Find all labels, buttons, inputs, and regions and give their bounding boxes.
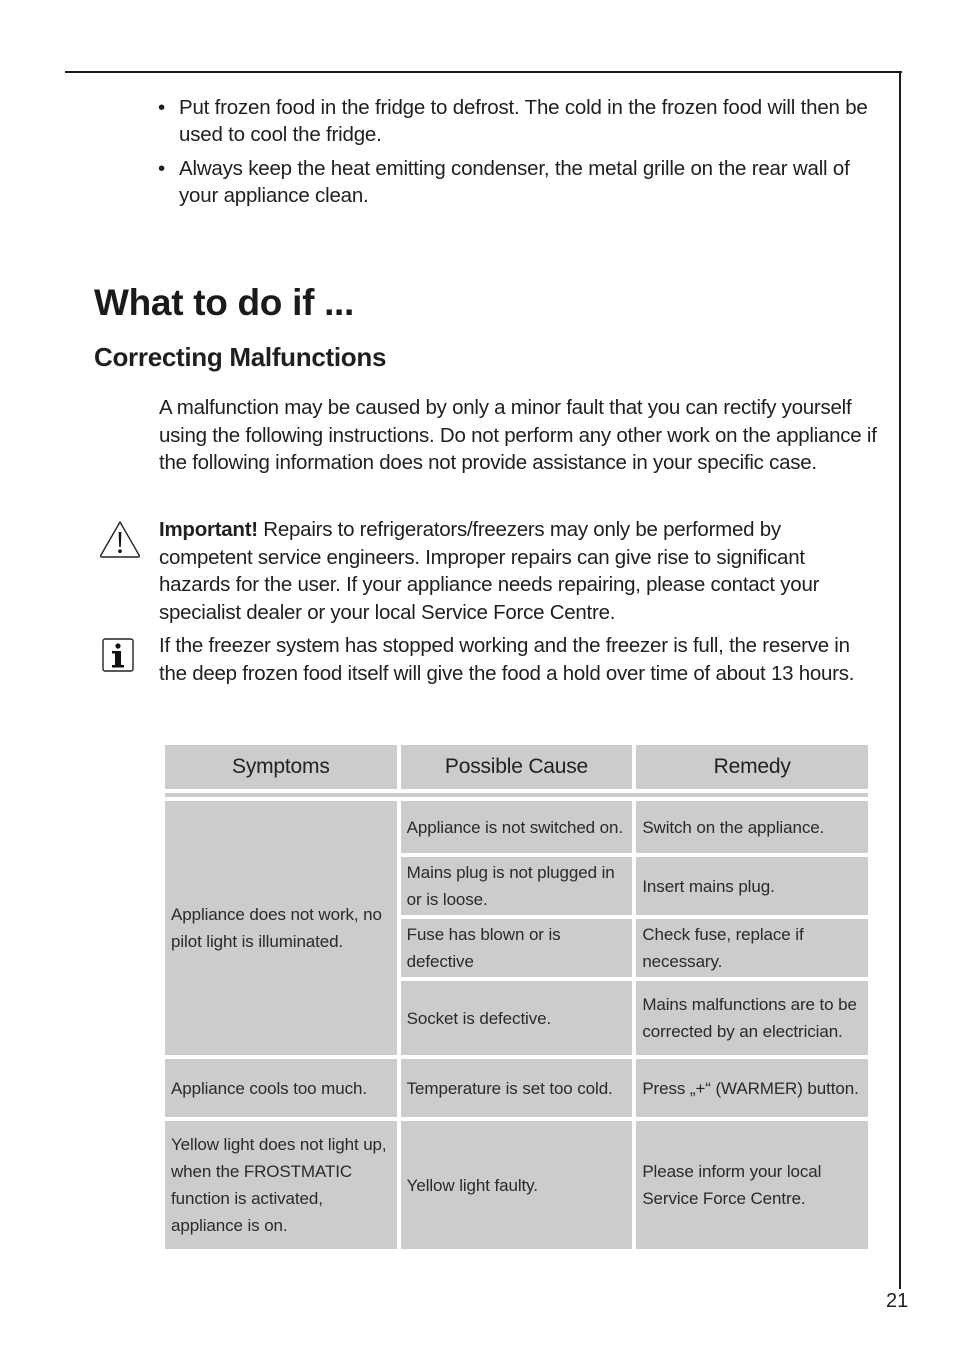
spacer-row: [165, 793, 868, 797]
column-header-possible-cause: Possible Cause: [400, 745, 633, 789]
cause-cell: Appliance is not switched on.: [400, 801, 633, 853]
list-item: • Put frozen food in the fridge to defros…: [158, 96, 868, 146]
section-title: Correcting Malfunctions: [94, 342, 387, 372]
column-header-remedy: Remedy: [636, 745, 868, 789]
cause-cell: Temperature is set too cold.: [400, 1059, 633, 1117]
page-title: What to do if ...: [94, 282, 355, 323]
important-notice: Important! Repairs to refrigerators/free…: [159, 518, 820, 624]
remedy-cell: Check fuse, replace if necessary.: [636, 919, 868, 977]
info-icon: [102, 638, 134, 672]
remedy-cell: Switch on the appliance.: [636, 801, 868, 853]
symptom-cell: Appliance does not work, no pilot light …: [165, 801, 397, 1055]
list-item: • Always keep the heat emitting condenser…: [158, 157, 850, 207]
cause-cell: Mains plug is not plugged in or is loose…: [400, 857, 633, 915]
remedy-cell: Please inform your local Service Force C…: [636, 1121, 868, 1249]
cause-cell: Yellow light faulty.: [400, 1121, 633, 1249]
remedy-cell: Press „+“ (WARMER) button.: [636, 1059, 868, 1117]
bullet-icon: •: [158, 96, 165, 119]
bullet-icon: •: [158, 157, 165, 180]
info-notice: If the freezer system has stopped workin…: [159, 634, 855, 685]
table-row: Appliance does not work, no pilot light …: [165, 801, 868, 1055]
top-rule: [65, 71, 902, 73]
cause-cell: Fuse has blown or is defective: [400, 919, 633, 977]
energy-tips-list: • Put frozen food in the fridge to defros…: [158, 94, 883, 216]
malfunction-table: Symptoms Possible Cause Remedy Appliance…: [161, 741, 872, 1253]
page-number: 21: [886, 1290, 909, 1312]
cause-cell: Socket is defective.: [400, 981, 633, 1055]
table-row: Yellow light does not light up, when the…: [165, 1121, 868, 1249]
symptom-cell: Yellow light does not light up, when the…: [165, 1121, 397, 1249]
remedy-cell: Insert mains plug.: [636, 857, 868, 915]
important-label: Important!: [159, 518, 258, 541]
right-rule: [899, 71, 901, 1289]
spacer-cell: [165, 793, 868, 797]
remedy-cell: Mains malfunctions are to be corrected b…: [636, 981, 868, 1055]
warning-triangle-icon: [99, 521, 141, 558]
intro-paragraph: A malfunction may be caused by only a mi…: [159, 396, 877, 474]
symptom-cell: Appliance cools too much.: [165, 1059, 397, 1117]
table-header-row: Symptoms Possible Cause Remedy: [165, 745, 868, 789]
column-header-symptoms: Symptoms: [165, 745, 397, 789]
table-row: Appliance cools too much. Temperature is…: [165, 1059, 868, 1117]
